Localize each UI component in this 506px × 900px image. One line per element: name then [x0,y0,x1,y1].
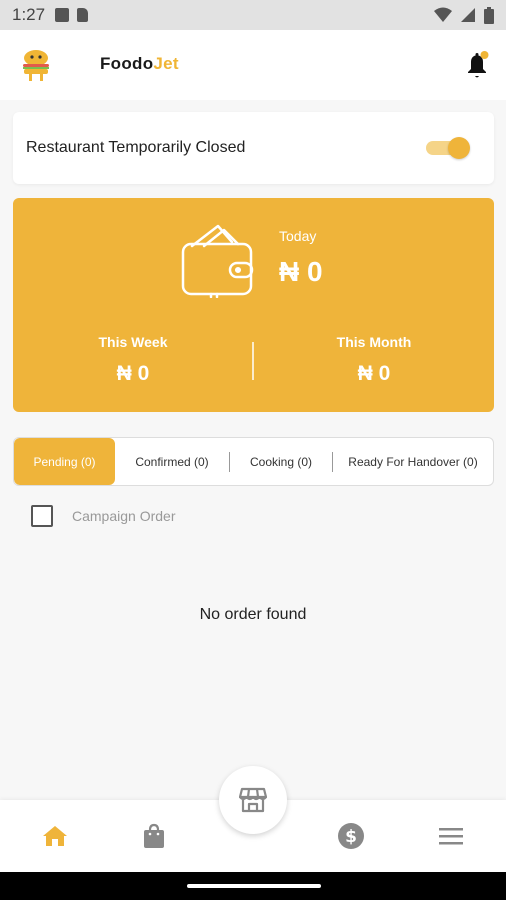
order-status-tabs: Pending (0) Confirmed (0) Cooking (0) Re… [13,437,494,486]
dollar-icon: $ [338,823,364,849]
status-time: 1:27 [12,5,46,24]
wifi-icon [434,7,452,22]
restaurant-closed-label: Restaurant Temporarily Closed [26,139,246,156]
store-button[interactable] [219,766,287,834]
battery-icon [484,6,494,24]
nav-menu[interactable] [437,822,465,850]
status-bar: 1:27 [0,0,506,30]
home-gesture-pill[interactable] [187,884,321,888]
this-month-label: This Month [336,334,412,350]
sd-card-icon [77,8,89,22]
nav-orders[interactable] [140,822,168,850]
signal-icon [461,8,475,22]
store-icon [239,787,267,813]
burger-mascot-icon [23,50,49,81]
campaign-order-label: Campaign Order [72,508,176,524]
tab-confirmed[interactable]: Confirmed (0) [115,438,229,485]
this-week-label: This Week [98,334,168,350]
campaign-order-filter[interactable]: Campaign Order [31,505,176,527]
bell-icon[interactable] [464,50,490,80]
earnings-card: Today ₦ 0 This Week ₦ 0 This Month ₦ 0 [13,198,494,412]
brand-name: FoodoJet [100,54,179,74]
app-bar: FoodoJet [0,30,506,100]
tab-ready-for-handover[interactable]: Ready For Handover (0) [333,438,493,485]
tab-cooking[interactable]: Cooking (0) [230,438,332,485]
toggle-knob [448,137,470,159]
brand-name-part2: Jet [153,54,179,73]
brand-name-part1: Foodo [100,54,154,73]
wallet-icon [181,224,254,298]
empty-orders-message: No order found [199,606,307,623]
this-week-earnings-value: ₦ 0 [116,362,150,385]
system-nav-bar [0,872,506,900]
restaurant-status-card: Restaurant Temporarily Closed [13,112,494,184]
restaurant-closed-toggle[interactable] [426,137,470,159]
nav-wallet[interactable]: $ [337,822,365,850]
menu-icon [439,828,463,845]
campaign-order-checkbox[interactable] [31,505,53,527]
shopping-bag-icon [144,823,164,848]
this-month-earnings-value: ₦ 0 [357,362,391,385]
home-icon [43,826,67,846]
today-earnings-value: ₦ 0 [279,256,323,287]
today-label: Today [279,228,317,244]
notification-icon [55,8,70,22]
nav-home[interactable] [41,822,69,850]
svg-text:$: $ [345,827,357,847]
tab-pending[interactable]: Pending (0) [14,438,115,485]
